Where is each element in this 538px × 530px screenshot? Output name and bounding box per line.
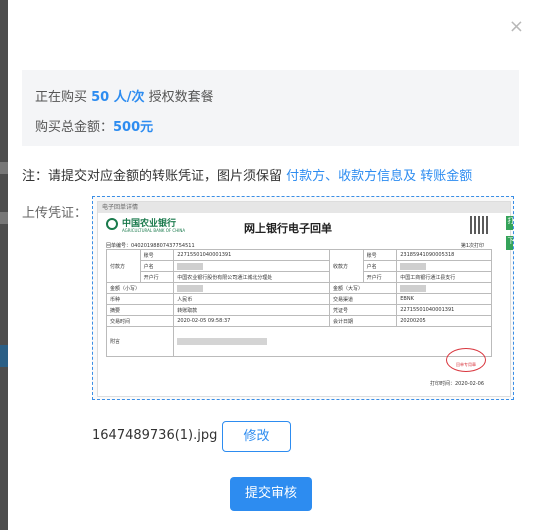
note-highlight: 付款方、收款方信息及 bbox=[286, 169, 421, 184]
cell-label: 金额（小写） bbox=[105, 282, 175, 294]
payee-label: 收款方 bbox=[329, 249, 364, 283]
voucher-no: 22715501040001391 bbox=[396, 304, 492, 316]
modify-button[interactable]: 修改 bbox=[222, 421, 291, 452]
payer-account: 22715501040001391 bbox=[173, 249, 331, 261]
package-count: 50 人/次 bbox=[91, 90, 145, 105]
package-prefix: 正在购买 bbox=[35, 90, 92, 105]
payee-bank: 中国工商银行通江县支行 bbox=[396, 271, 492, 283]
cell-label: 交易渠道 bbox=[329, 293, 398, 305]
accounting-date: 20200205 bbox=[396, 315, 492, 327]
print-side-button: 打 bbox=[506, 216, 513, 230]
page-backdrop bbox=[0, 0, 8, 530]
close-icon[interactable]: × bbox=[509, 18, 524, 36]
amount-upper-redacted bbox=[396, 282, 492, 294]
print-time: 打印时间：2020-02-06 bbox=[429, 381, 484, 387]
cell-label: 开户行 bbox=[139, 271, 175, 283]
purchase-summary: 正在购买 50 人/次 授权数套餐 购买总金额：500元 bbox=[22, 70, 519, 146]
channel: EBNK bbox=[396, 293, 492, 305]
cell-label: 摘要 bbox=[105, 304, 175, 316]
total-amount: 500元 bbox=[113, 120, 154, 135]
bank-logo-icon bbox=[106, 218, 118, 230]
receipt-topbar: 电子回单详情 bbox=[98, 202, 510, 213]
upload-note: 注：请提交对应金额的转账凭证，图片须保留 付款方、收款方信息及 转账金额 bbox=[22, 165, 472, 184]
payee-name-redacted bbox=[396, 260, 492, 272]
uploaded-filename: 1647489736(1).jpg bbox=[92, 428, 218, 443]
cell-label: 户名 bbox=[139, 260, 175, 272]
total-line: 购买总金额：500元 bbox=[35, 116, 153, 135]
cell-label: 账号 bbox=[139, 249, 175, 261]
bank-stamp: 回单专用章 bbox=[446, 348, 486, 372]
summary: 转账取款 bbox=[173, 304, 331, 316]
cell-label: 金额（大写） bbox=[329, 282, 398, 294]
receipt-header: 中国农业银行 AGRICULTURAL BANK OF CHINA 网上银行电子… bbox=[104, 216, 494, 238]
receipt-page-info: 第1次打印 bbox=[460, 243, 484, 249]
backdrop-peek bbox=[0, 212, 8, 224]
payer-bank: 中国农业银行股份有限公司通江城北分理处 bbox=[173, 271, 331, 283]
download-side-button: 下 bbox=[506, 236, 513, 250]
amount-lower-redacted bbox=[173, 282, 331, 294]
receipt-title: 网上银行电子回单 bbox=[244, 222, 332, 235]
payer-name-redacted bbox=[173, 260, 331, 272]
qr-code-icon bbox=[470, 216, 488, 234]
upload-label: 上传凭证： bbox=[22, 206, 88, 221]
cell-label: 开户行 bbox=[362, 271, 398, 283]
backdrop-peek bbox=[0, 345, 8, 367]
submit-review-button[interactable]: 提交审核 bbox=[230, 477, 312, 511]
package-suffix: 授权数套餐 bbox=[144, 90, 214, 105]
payer-label: 付款方 bbox=[106, 249, 141, 283]
voucher-upload-area[interactable]: 电子回单详情 中国农业银行 AGRICULTURAL BANK OF CHINA… bbox=[92, 196, 514, 400]
package-line: 正在购买 50 人/次 授权数套餐 bbox=[35, 86, 214, 105]
bank-name-en: AGRICULTURAL BANK OF CHINA bbox=[122, 228, 186, 233]
payee-account: 23185941090005318 bbox=[396, 249, 492, 261]
cell-label: 会计日期 bbox=[329, 315, 398, 327]
total-prefix: 购买总金额： bbox=[35, 120, 114, 135]
memo-redacted bbox=[173, 326, 492, 357]
cell-label: 交易时间 bbox=[105, 315, 175, 327]
transaction-time: 2020-02-05 09:58:37 bbox=[173, 315, 331, 327]
cell-label: 币种 bbox=[105, 293, 175, 305]
purchase-modal: × 正在购买 50 人/次 授权数套餐 购买总金额：500元 注：请提交对应金额… bbox=[8, 0, 538, 530]
voucher-image: 电子回单详情 中国农业银行 AGRICULTURAL BANK OF CHINA… bbox=[97, 201, 513, 397]
receipt-table: 付款方 账号 22715501040001391 收款方 账号 23185941… bbox=[105, 249, 492, 357]
note-highlight: 转账金额 bbox=[420, 169, 473, 184]
cell-label: 附言 bbox=[105, 326, 175, 357]
cell-label: 账号 bbox=[362, 249, 398, 261]
note-prefix: 注：请提交对应金额的转账凭证，图片须保留 bbox=[22, 169, 287, 184]
receipt-number: 回单编号：04020198807437754511 bbox=[106, 243, 195, 249]
cell-label: 户名 bbox=[362, 260, 398, 272]
currency: 人民币 bbox=[173, 293, 331, 305]
cell-label: 凭证号 bbox=[329, 304, 398, 316]
backdrop-peek bbox=[0, 162, 8, 174]
